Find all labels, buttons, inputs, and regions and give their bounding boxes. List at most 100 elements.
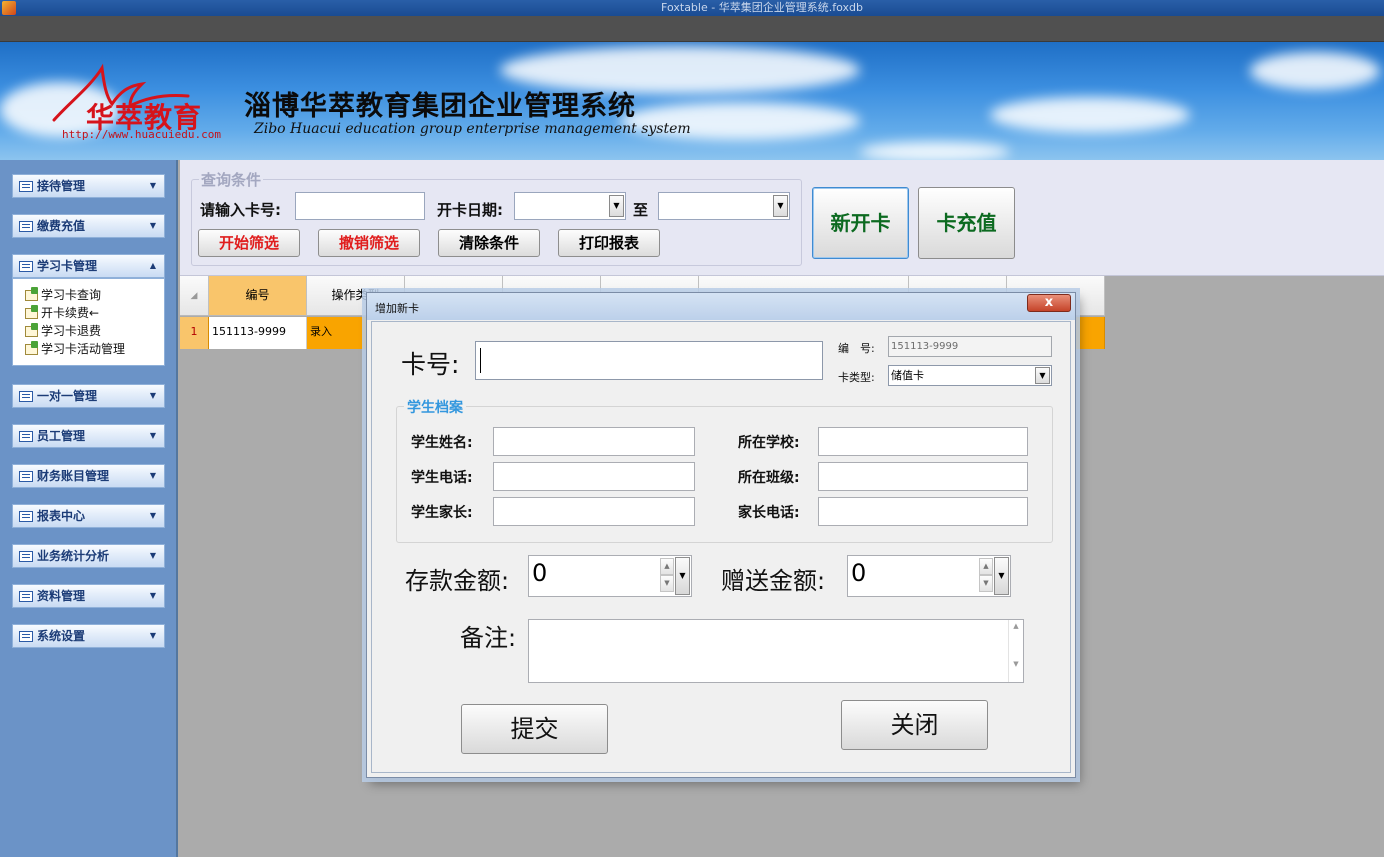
spinner-arrows[interactable]: ▲ ▼ [660, 558, 674, 594]
cloud [1250, 52, 1380, 90]
chevron-down-icon: ▼ [149, 591, 156, 600]
deposit-amount-label: 存款金额: [405, 567, 510, 595]
arrow-down-icon[interactable]: ▼ [1009, 660, 1023, 668]
chevron-down-icon: ▼ [149, 471, 156, 480]
chevron-down-icon[interactable]: ▼ [1035, 367, 1050, 384]
logo-url: http://www.huacuiedu.com [62, 128, 221, 141]
school-input[interactable] [818, 427, 1028, 456]
form-icon [19, 261, 33, 272]
sidebar-item-reception[interactable]: 接待管理 ▼ [12, 174, 165, 198]
folder-icon [25, 323, 38, 337]
sidebar-item-finance[interactable]: 财务账目管理 ▼ [12, 464, 165, 488]
print-report-button[interactable]: 打印报表 [558, 229, 660, 257]
card-type-select[interactable]: 储值卡 ▼ [888, 365, 1052, 386]
parent-phone-input[interactable] [818, 497, 1028, 526]
chevron-up-icon: ▲ [149, 261, 156, 270]
chevron-down-icon[interactable]: ▼ [994, 557, 1009, 595]
bonus-amount-spinner[interactable]: 0 ▲ ▼ ▼ [847, 555, 1011, 597]
form-icon [19, 511, 33, 522]
sidebar-item-settings[interactable]: 系统设置 ▼ [12, 624, 165, 648]
new-card-button[interactable]: 新开卡 [812, 187, 909, 259]
chevron-down-icon: ▼ [149, 631, 156, 640]
sidebar-item-one-on-one[interactable]: 一对一管理 ▼ [12, 384, 165, 408]
student-name-label: 学生姓名: [411, 435, 473, 451]
header-banner: 华萃教育 http://www.huacuiedu.com 淄博华萃教育集团企业… [0, 42, 1384, 160]
chevron-down-icon[interactable]: ▼ [609, 195, 624, 217]
deposit-amount-spinner[interactable]: 0 ▲ ▼ ▼ [528, 555, 692, 597]
submenu-item-label: 开卡续费← [41, 306, 100, 320]
dialog-title: 增加新卡 [375, 302, 419, 315]
submenu-item-card-activity[interactable]: 学习卡活动管理 [13, 340, 164, 358]
sidebar-item-label: 系统设置 [37, 629, 86, 643]
cancel-filter-button[interactable]: 撤销筛选 [318, 229, 420, 257]
remark-label: 备注: [460, 624, 517, 652]
dialog-titlebar[interactable]: 增加新卡 x [367, 293, 1075, 320]
serial-label: 编 号: [838, 342, 875, 355]
system-subtitle: Zibo Huacui education group enterprise m… [254, 121, 691, 137]
recharge-card-button[interactable]: 卡充值 [918, 187, 1015, 259]
submenu-item-card-query[interactable]: 学习卡查询 [13, 286, 164, 304]
form-icon [19, 591, 33, 602]
sidebar-item-documents[interactable]: 资料管理 ▼ [12, 584, 165, 608]
spinner-arrows[interactable]: ▲ ▼ [979, 558, 993, 594]
scrollbar[interactable]: ▲ ▼ [1008, 620, 1023, 682]
select-all-corner[interactable]: ◢ [180, 276, 209, 316]
arrow-up-icon[interactable]: ▲ [660, 558, 674, 575]
class-input[interactable] [818, 462, 1028, 491]
query-legend: 查询条件 [199, 169, 264, 190]
close-icon[interactable]: x [1027, 294, 1071, 312]
row-number[interactable]: 1 [180, 317, 209, 349]
card-no-input[interactable] [475, 341, 823, 380]
sidebar-item-study-card[interactable]: 学习卡管理 ▲ [12, 254, 165, 278]
study-card-submenu: 学习卡查询 开卡续费← 学习卡退费 学习卡活动管理 [12, 278, 165, 366]
sidebar-item-payment[interactable]: 缴费充值 ▼ [12, 214, 165, 238]
sidebar-item-label: 员工管理 [37, 429, 86, 443]
folder-icon [25, 341, 38, 355]
card-type-label: 卡类型: [838, 371, 875, 384]
submit-button[interactable]: 提交 [461, 704, 608, 754]
clear-conditions-button[interactable]: 清除条件 [438, 229, 540, 257]
sidebar-item-staff[interactable]: 员工管理 ▼ [12, 424, 165, 448]
table-cell-id[interactable]: 151113-9999 [209, 317, 307, 349]
form-icon [19, 221, 33, 232]
remark-textarea[interactable]: ▲ ▼ [528, 619, 1024, 683]
arrow-up-icon[interactable]: ▲ [1009, 622, 1023, 630]
sidebar-item-reports[interactable]: 报表中心 ▼ [12, 504, 165, 528]
chevron-down-icon: ▼ [149, 431, 156, 440]
form-icon [19, 471, 33, 482]
folder-icon [25, 287, 38, 301]
arrow-down-icon[interactable]: ▼ [660, 575, 674, 592]
sidebar-item-statistics[interactable]: 业务统计分析 ▼ [12, 544, 165, 568]
chevron-down-icon: ▼ [149, 221, 156, 230]
submenu-item-label: 学习卡活动管理 [41, 342, 126, 356]
card-number-input[interactable] [295, 192, 425, 220]
sidebar-item-label: 业务统计分析 [37, 549, 110, 563]
close-button[interactable]: 关闭 [841, 700, 988, 750]
student-parent-input[interactable] [493, 497, 695, 526]
query-panel: 查询条件 请输入卡号: 开卡日期: ▼ 至 ▼ 开始筛选 撤销筛选 清除条件 打… [180, 160, 1384, 276]
deposit-amount-value: 0 [532, 559, 548, 587]
chevron-down-icon[interactable]: ▼ [773, 195, 788, 217]
date-to-picker[interactable]: ▼ [658, 192, 790, 220]
start-filter-button[interactable]: 开始筛选 [198, 229, 300, 257]
cloud [990, 97, 1190, 133]
student-profile-legend: 学生档案 [404, 397, 466, 417]
submenu-item-card-renew[interactable]: 开卡续费← [13, 304, 164, 322]
submenu-item-card-refund[interactable]: 学习卡退费 [13, 322, 164, 340]
arrow-up-icon[interactable]: ▲ [979, 558, 993, 575]
chevron-down-icon[interactable]: ▼ [675, 557, 690, 595]
form-icon [19, 431, 33, 442]
text-cursor [480, 348, 481, 373]
student-name-input[interactable] [493, 427, 695, 456]
date-from-picker[interactable]: ▼ [514, 192, 626, 220]
school-label: 所在学校: [738, 435, 800, 451]
chevron-down-icon: ▼ [149, 551, 156, 560]
submenu-item-label: 学习卡退费 [41, 324, 102, 338]
sidebar-item-label: 学习卡管理 [37, 259, 98, 273]
window-titlebar: Foxtable - 华萃集团企业管理系统.foxdb [0, 0, 1384, 16]
arrow-down-icon[interactable]: ▼ [979, 575, 993, 592]
sidebar-item-label: 报表中心 [37, 509, 86, 523]
column-header-id[interactable]: 编号 [209, 276, 307, 316]
sidebar-item-label: 财务账目管理 [37, 469, 110, 483]
student-phone-input[interactable] [493, 462, 695, 491]
